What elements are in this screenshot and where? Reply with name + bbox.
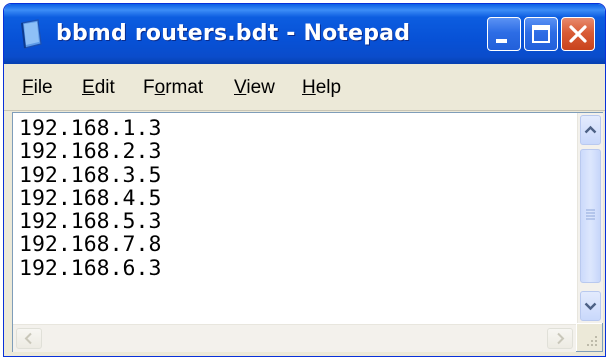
chevron-left-icon: [24, 332, 32, 345]
scroll-left-button[interactable]: [16, 328, 42, 349]
menu-file[interactable]: File: [22, 77, 53, 99]
maximize-icon: [532, 25, 550, 43]
minimize-icon: [496, 39, 507, 43]
text-line: 192.168.4.5: [19, 185, 162, 211]
menu-format[interactable]: Format: [143, 77, 203, 99]
horizontal-scrollbar[interactable]: [13, 324, 576, 352]
text-area[interactable]: 192.168.1.3 192.168.2.3 192.168.3.5 192.…: [13, 113, 576, 323]
chevron-up-icon: [584, 125, 597, 134]
size-grip[interactable]: [577, 324, 602, 351]
text-line: 192.168.2.3: [19, 139, 162, 165]
menu-help[interactable]: Help: [302, 77, 341, 99]
menu-view[interactable]: View: [234, 77, 275, 99]
scroll-up-button[interactable]: [580, 115, 601, 145]
notepad-window: bbmd routers.bdt - Notepad File Edit For…: [3, 3, 606, 357]
chevron-right-icon: [557, 332, 565, 345]
scroll-down-button[interactable]: [580, 291, 601, 321]
text-line: 192.168.5.3: [19, 209, 162, 235]
title-bar[interactable]: bbmd routers.bdt - Notepad: [4, 4, 605, 64]
notepad-icon[interactable]: [18, 19, 44, 49]
text-line: 192.168.6.3: [19, 255, 162, 281]
text-line: 192.168.3.5: [19, 162, 162, 188]
text-line: 192.168.7.8: [19, 232, 162, 258]
window-title: bbmd routers.bdt - Notepad: [56, 21, 411, 46]
scroll-thumb[interactable]: [580, 149, 601, 283]
menu-bar: File Edit Format View Help: [4, 64, 605, 111]
minimize-button[interactable]: [487, 17, 521, 51]
editor-pane: 192.168.1.3 192.168.2.3 192.168.3.5 192.…: [12, 112, 603, 352]
grip-icon: [586, 209, 595, 220]
close-button[interactable]: [561, 17, 595, 51]
resize-grip-icon: [587, 336, 597, 346]
vertical-scrollbar[interactable]: [577, 113, 603, 323]
close-icon: [569, 25, 587, 43]
chevron-down-icon: [584, 302, 597, 311]
text-line: 192.168.1.3: [19, 116, 162, 141]
maximize-button[interactable]: [524, 17, 558, 51]
menu-edit[interactable]: Edit: [82, 77, 115, 99]
scroll-right-button[interactable]: [547, 328, 573, 349]
